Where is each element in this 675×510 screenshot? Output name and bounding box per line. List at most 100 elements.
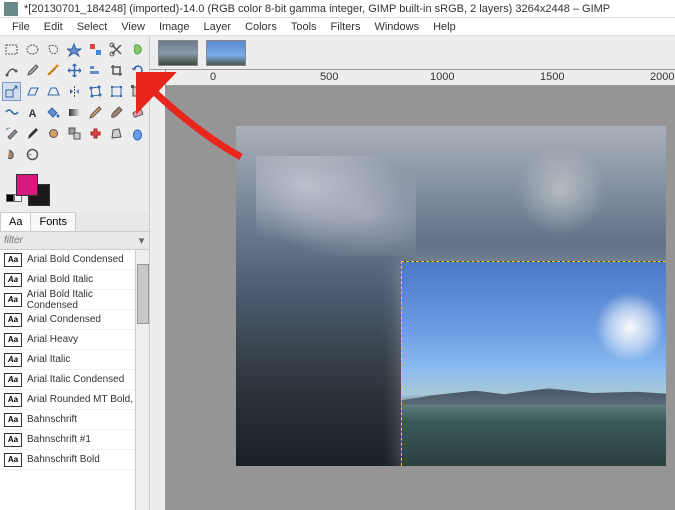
menu-file[interactable]: File xyxy=(6,19,36,35)
gradient-tool[interactable] xyxy=(65,103,84,122)
scrollbar-thumb[interactable] xyxy=(137,264,149,324)
font-item[interactable]: AaBahnschrift xyxy=(0,410,149,430)
unified-transform-tool[interactable] xyxy=(107,82,126,101)
ruler-mark: 500 xyxy=(320,71,338,83)
font-name-label: Bahnschrift Bold xyxy=(27,454,100,465)
menu-windows[interactable]: Windows xyxy=(368,19,425,35)
scissors-tool[interactable] xyxy=(107,40,126,59)
free-select-tool[interactable] xyxy=(44,40,63,59)
font-name-label: Arial Italic xyxy=(27,354,70,365)
canvas[interactable] xyxy=(166,86,675,510)
cage-tool[interactable] xyxy=(86,82,105,101)
align-tool[interactable] xyxy=(86,61,105,80)
heal-tool[interactable] xyxy=(86,124,105,143)
airbrush-tool[interactable] xyxy=(2,124,21,143)
font-filter-input[interactable] xyxy=(4,235,138,246)
flip-tool[interactable] xyxy=(65,82,84,101)
ruler-horizontal: 0500100015002000 xyxy=(150,70,675,86)
font-item[interactable]: AaArial Rounded MT Bold, xyxy=(0,390,149,410)
menu-layer[interactable]: Layer xyxy=(198,19,238,35)
color-picker-tool[interactable] xyxy=(23,61,42,80)
menu-colors[interactable]: Colors xyxy=(239,19,283,35)
color-selector[interactable] xyxy=(6,172,143,208)
menu-edit[interactable]: Edit xyxy=(38,19,69,35)
font-item[interactable]: AaArial Heavy xyxy=(0,330,149,350)
image-tab-2[interactable] xyxy=(206,40,246,66)
font-preview-icon: Aa xyxy=(4,293,22,307)
rotate-tool[interactable] xyxy=(128,61,147,80)
image-tabs xyxy=(150,36,675,70)
mountain-silhouette xyxy=(402,381,666,405)
empty-tool xyxy=(44,145,63,164)
move-tool[interactable] xyxy=(65,61,84,80)
smudge-tool[interactable] xyxy=(2,145,21,164)
menu-tools[interactable]: Tools xyxy=(285,19,323,35)
crop-tool[interactable] xyxy=(107,61,126,80)
text-tool[interactable]: A xyxy=(23,103,42,122)
ruler-corner xyxy=(150,70,166,86)
color-select-tool[interactable] xyxy=(86,40,105,59)
font-name-label: Bahnschrift #1 xyxy=(27,434,91,445)
sun-icon xyxy=(595,292,665,362)
foreground-select-tool[interactable] xyxy=(128,40,147,59)
mypaint-tool[interactable] xyxy=(44,124,63,143)
image-tab-1[interactable] xyxy=(158,40,198,66)
font-preview-icon: Aa xyxy=(4,333,22,347)
menu-view[interactable]: View xyxy=(115,19,151,35)
fuzzy-select-tool[interactable] xyxy=(65,40,84,59)
font-item[interactable]: AaBahnschrift #1 xyxy=(0,430,149,450)
shear-tool[interactable] xyxy=(23,82,42,101)
measure-tool[interactable] xyxy=(44,61,63,80)
dock-tabs: AaFonts xyxy=(0,212,149,232)
eraser-tool[interactable] xyxy=(128,103,147,122)
filter-dropdown-icon[interactable]: ▾ xyxy=(138,234,145,247)
menu-select[interactable]: Select xyxy=(71,19,114,35)
warp-tool[interactable] xyxy=(2,103,21,122)
handle-transform-tool[interactable] xyxy=(128,82,147,101)
empty-tool xyxy=(86,145,105,164)
font-scrollbar[interactable] xyxy=(135,250,149,510)
ellipse-select-tool[interactable] xyxy=(23,40,42,59)
font-item[interactable]: AaArial Bold Condensed xyxy=(0,250,149,270)
window-title: *[20130701_184248] (imported)-14.0 (RGB … xyxy=(24,3,610,15)
tab-aa[interactable]: Aa xyxy=(0,212,31,231)
paintbrush-tool[interactable] xyxy=(107,103,126,122)
rect-select-tool[interactable] xyxy=(2,40,21,59)
canvas-area: 0500100015002000 xyxy=(150,36,675,510)
font-item[interactable]: Aa Arial Bold Italic Condensed xyxy=(0,290,149,310)
font-item[interactable]: Aa Arial Italic Condensed xyxy=(0,370,149,390)
sun-glow xyxy=(516,146,606,236)
font-filter-row: ▾ xyxy=(0,232,149,250)
font-name-label: Arial Bold Italic Condensed xyxy=(27,289,145,311)
font-item[interactable]: AaArial Bold Italic xyxy=(0,270,149,290)
tab-fonts[interactable]: Fonts xyxy=(30,212,76,231)
pasted-layer-selection[interactable] xyxy=(401,261,666,466)
font-preview-icon: Aa xyxy=(4,353,22,367)
ink-tool[interactable] xyxy=(23,124,42,143)
fg-color-swatch[interactable] xyxy=(16,174,38,196)
font-preview-icon: Aa xyxy=(4,373,22,387)
menu-filters[interactable]: Filters xyxy=(325,19,367,35)
font-name-label: Bahnschrift xyxy=(27,414,77,425)
clone-tool[interactable] xyxy=(65,124,84,143)
font-list: AaArial Bold CondensedAaArial Bold Itali… xyxy=(0,250,149,510)
font-name-label: Arial Italic Condensed xyxy=(27,374,124,385)
left-panel: A AaFonts ▾ AaArial Bold CondensedAaAria… xyxy=(0,36,150,510)
paths-tool[interactable] xyxy=(2,61,21,80)
dodge-tool[interactable] xyxy=(23,145,42,164)
blur-tool[interactable] xyxy=(128,124,147,143)
pencil-tool[interactable] xyxy=(86,103,105,122)
menu-bar: FileEditSelectViewImageLayerColorsToolsF… xyxy=(0,18,675,36)
font-preview-icon: Aa xyxy=(4,453,22,467)
font-item[interactable]: Aa Arial Italic xyxy=(0,350,149,370)
menu-help[interactable]: Help xyxy=(427,19,462,35)
base-image[interactable] xyxy=(236,126,666,466)
perspective-clone-tool[interactable] xyxy=(107,124,126,143)
toolbox: A xyxy=(0,36,149,168)
scale-tool[interactable] xyxy=(2,82,21,101)
font-item[interactable]: AaArial Condensed xyxy=(0,310,149,330)
perspective-tool[interactable] xyxy=(44,82,63,101)
menu-image[interactable]: Image xyxy=(153,19,196,35)
font-item[interactable]: Aa Bahnschrift Bold xyxy=(0,450,149,470)
bucket-fill-tool[interactable] xyxy=(44,103,63,122)
